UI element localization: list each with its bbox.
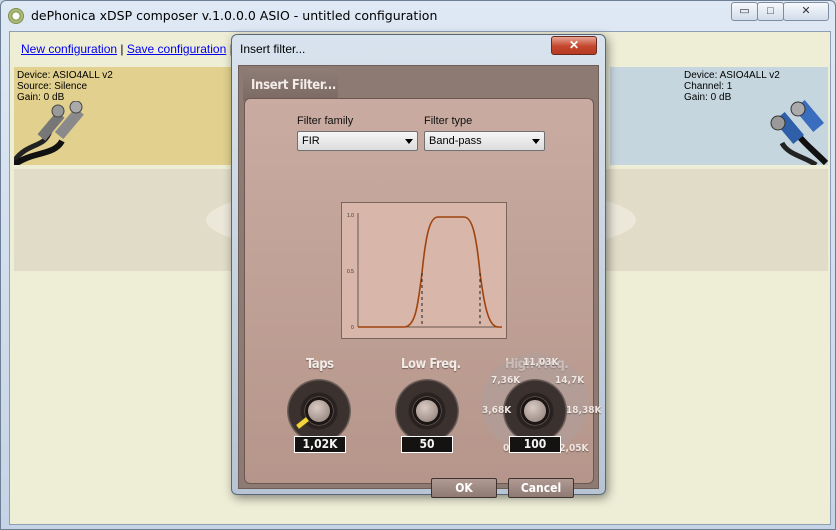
source-device-panel[interactable]: Device: ASIO4ALL v2 Source: Silence Gain… bbox=[14, 67, 254, 165]
high-freq-value-display: 100 bbox=[509, 436, 561, 453]
graph-y-tick-mid: 0.5 bbox=[347, 269, 354, 275]
cancel-button[interactable]: Cancel bbox=[508, 478, 574, 498]
save-configuration-link[interactable]: Save configuration bbox=[127, 42, 226, 56]
knob-indicator-icon bbox=[295, 416, 310, 430]
high-freq-scale-4: 14,7K bbox=[555, 375, 585, 386]
close-button[interactable]: ✕ bbox=[783, 2, 829, 21]
graph-y-tick-min: 0 bbox=[351, 325, 354, 331]
frequency-response-plot: 1.0 0.5 0 bbox=[347, 213, 502, 331]
window-title: dePhonica xDSP composer v.1.0.0.0 ASIO -… bbox=[31, 8, 438, 23]
tab-insert-filter[interactable]: Insert Filter... bbox=[243, 69, 338, 101]
title-bar[interactable]: dePhonica xDSP composer v.1.0.0.0 ASIO -… bbox=[1, 1, 835, 31]
high-freq-knob[interactable] bbox=[503, 379, 567, 443]
filter-family-label: Filter family bbox=[297, 115, 354, 127]
graph-y-tick-max: 1.0 bbox=[347, 213, 354, 219]
app-icon bbox=[8, 8, 24, 24]
new-configuration-link[interactable]: New configuration bbox=[21, 42, 117, 56]
chevron-down-icon bbox=[405, 139, 413, 144]
low-freq-value-display: 50 bbox=[401, 436, 453, 453]
filter-type-label: Filter type bbox=[424, 115, 473, 127]
high-freq-scale-2: 7,36K bbox=[491, 375, 521, 386]
ok-button[interactable]: OK bbox=[431, 478, 497, 498]
xlr-cable-icon bbox=[14, 101, 84, 165]
dialog-close-button[interactable]: ✕ bbox=[551, 36, 597, 55]
high-freq-knob-cap bbox=[521, 397, 549, 425]
dialog-title: Insert filter... bbox=[240, 42, 306, 56]
high-freq-scale-5: 18,38K bbox=[566, 405, 602, 416]
link-separator: | bbox=[117, 42, 127, 56]
destination-device-name: Device: ASIO4ALL v2 bbox=[684, 70, 780, 81]
destination-channel: Channel: 1 bbox=[684, 81, 733, 92]
insert-filter-dialog: Insert filter... ✕ Insert Filter... Filt… bbox=[231, 34, 606, 498]
taps-value-display: 1,02K bbox=[294, 436, 346, 453]
source-info: Device: ASIO4ALL v2 Source: Silence Gain… bbox=[17, 70, 113, 103]
taps-knob[interactable] bbox=[287, 379, 351, 443]
taps-label: Taps bbox=[306, 357, 334, 372]
config-links: New configuration | Save configuration |… bbox=[21, 42, 249, 56]
chevron-down-icon bbox=[532, 139, 540, 144]
low-freq-knob[interactable] bbox=[395, 379, 459, 443]
filter-settings-panel: Filter family FIR Filter type Band-pass … bbox=[244, 98, 601, 498]
destination-device-panel[interactable]: Device: ASIO4ALL v2 Channel: 1 Gain: 0 d… bbox=[610, 67, 828, 165]
filter-family-value: FIR bbox=[302, 135, 320, 147]
filter-type-select[interactable]: Band-pass bbox=[424, 131, 545, 151]
low-freq-knob-cap bbox=[413, 397, 441, 425]
filter-family-select[interactable]: FIR bbox=[297, 131, 418, 151]
speakon-cable-icon bbox=[770, 100, 828, 165]
high-freq-scale-3: 11,03K bbox=[523, 357, 559, 368]
minimize-button[interactable]: ▭ bbox=[731, 2, 758, 21]
frequency-response-graph: 1.0 0.5 0 bbox=[341, 202, 507, 339]
dialog-body: Insert Filter... Filter family FIR Filte… bbox=[238, 65, 601, 498]
high-freq-scale-1: 3,68K bbox=[482, 405, 512, 416]
filter-type-value: Band-pass bbox=[429, 135, 482, 147]
source-signal: Source: Silence bbox=[17, 81, 88, 92]
low-freq-label: Low Freq. bbox=[401, 357, 461, 372]
maximize-button[interactable]: □ bbox=[757, 2, 784, 21]
source-device-name: Device: ASIO4ALL v2 bbox=[17, 70, 113, 81]
